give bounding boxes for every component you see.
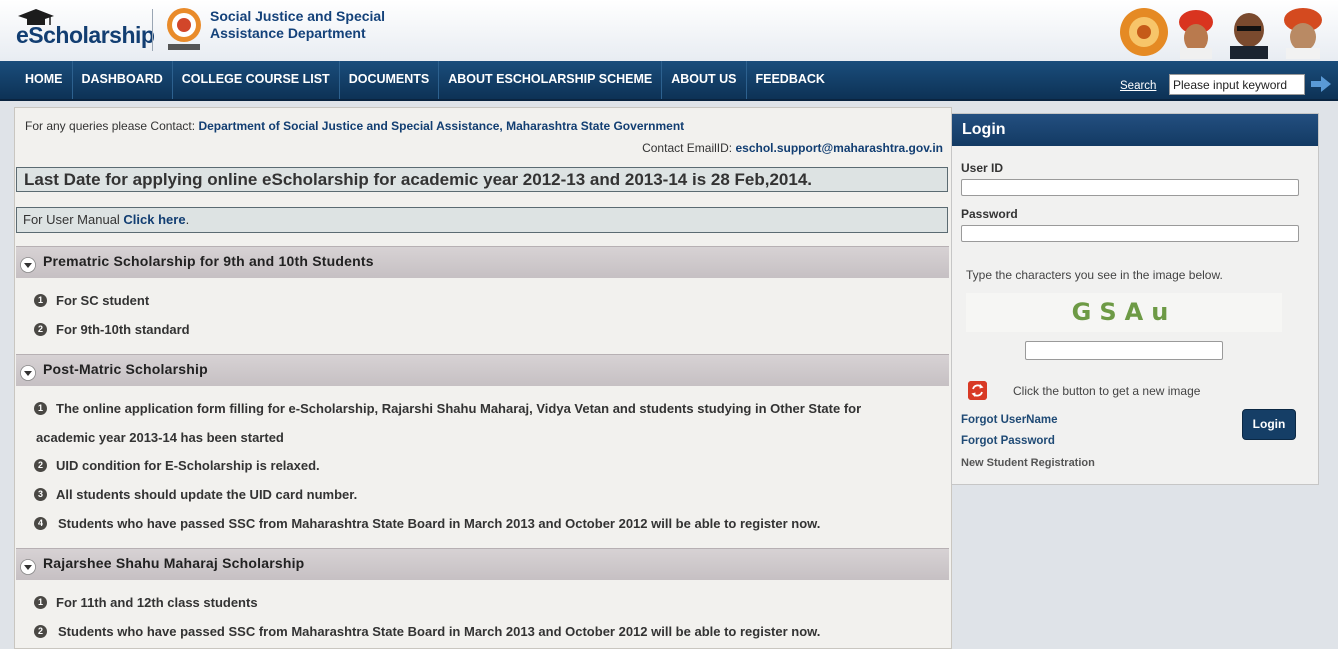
captcha-image: GSAu [966, 293, 1282, 332]
nav-menu: HOME DASHBOARD COLLEGE COURSE LIST DOCUM… [16, 61, 834, 99]
manual-suffix: . [185, 212, 190, 227]
list-item: For SC student [56, 293, 150, 308]
department-emblem-icon [167, 8, 201, 50]
search-link[interactable]: Search [1120, 80, 1156, 92]
list-item: Students who have passed SSC from Mahara… [58, 516, 821, 531]
chevron-down-icon[interactable] [20, 559, 36, 575]
list-item: UID condition for E-Scholarship is relax… [56, 458, 320, 473]
number-badge: 3 [34, 488, 47, 501]
nav-item-feedback[interactable]: FEEDBACK [747, 61, 834, 99]
number-badge: 2 [34, 323, 47, 336]
user-manual-box: For User Manual Click here. [16, 207, 948, 233]
logo-text: eScholarship [16, 22, 155, 48]
department-name-line2: Assistance Department [210, 25, 366, 41]
leaders-portraits-image [1120, 8, 1322, 59]
captcha-prompt: Type the characters you see in the image… [966, 268, 1223, 282]
last-date-notice: Last Date for applying online eScholarsh… [16, 167, 948, 192]
refresh-icon[interactable] [968, 381, 987, 400]
captcha-text: GSAu [1071, 298, 1177, 326]
contact-email-line: Contact EmailID: eschol.support@maharash… [642, 141, 943, 155]
section-title: Rajarshee Shahu Maharaj Scholarship [43, 555, 305, 571]
login-panel: Login User ID Password Type the characte… [951, 113, 1319, 485]
nav-item-about-us[interactable]: ABOUT US [662, 61, 747, 99]
section-title: Post-Matric Scholarship [43, 361, 208, 377]
main-navigation: HOME DASHBOARD COLLEGE COURSE LIST DOCUM… [0, 61, 1338, 101]
new-student-registration-link[interactable]: New Student Registration [961, 457, 1095, 469]
section-post-matric-header[interactable]: Post-Matric Scholarship [16, 354, 949, 386]
number-badge: 1 [34, 402, 47, 415]
number-badge: 1 [34, 294, 47, 307]
section-prematric-header[interactable]: Prematric Scholarship for 9th and 10th S… [16, 246, 949, 278]
list-item-continuation: academic year 2013-14 has been started [36, 430, 284, 445]
section-shahu-maharaj-header[interactable]: Rajarshee Shahu Maharaj Scholarship [16, 548, 949, 580]
list-item: The online application form filling for … [56, 401, 862, 416]
refresh-captcha-text: Click the button to get a new image [1013, 384, 1201, 398]
chevron-down-icon[interactable] [20, 257, 36, 273]
nav-item-documents[interactable]: DOCUMENTS [340, 61, 440, 99]
captcha-input[interactable] [1025, 341, 1223, 360]
password-field[interactable] [961, 225, 1299, 242]
number-badge: 4 [34, 517, 47, 530]
nav-item-dashboard[interactable]: DASHBOARD [73, 61, 173, 99]
list-item: For 9th-10th standard [56, 322, 190, 337]
list-item: All students should update the UID card … [56, 487, 358, 502]
main-content-panel: For any queries please Contact: Departme… [14, 107, 952, 649]
manual-prefix: For User Manual [23, 212, 124, 227]
contact-email-link[interactable]: eschol.support@maharashtra.gov.in [735, 141, 943, 155]
user-id-label: User ID [961, 161, 1004, 175]
forgot-username-link[interactable]: Forgot UserName [961, 414, 1058, 426]
search-input[interactable] [1169, 74, 1305, 95]
number-badge: 2 [34, 625, 47, 638]
nav-item-about-escholarship[interactable]: ABOUT ESCHOLARSHIP SCHEME [439, 61, 663, 99]
nav-item-home[interactable]: HOME [16, 61, 73, 99]
list-item: For 11th and 12th class students [56, 595, 258, 610]
password-label: Password [961, 207, 1018, 221]
forgot-password-link[interactable]: Forgot Password [961, 435, 1055, 447]
user-manual-link[interactable]: Click here [123, 212, 185, 227]
nav-item-college-course-list[interactable]: COLLEGE COURSE LIST [173, 61, 340, 99]
section-title: Prematric Scholarship for 9th and 10th S… [43, 253, 374, 269]
user-id-field[interactable] [961, 179, 1299, 196]
escholarship-logo[interactable]: eScholarship [14, 8, 155, 52]
search-arrow-icon[interactable] [1310, 75, 1332, 93]
number-badge: 2 [34, 459, 47, 472]
contact-line: For any queries please Contact: Departme… [25, 119, 684, 133]
site-header: eScholarship Social Justice and Special … [0, 0, 1338, 62]
department-name: Social Justice and Special Assistance De… [210, 8, 410, 42]
chevron-down-icon[interactable] [20, 365, 36, 381]
contact-organization: Department of Social Justice and Special… [198, 119, 685, 133]
number-badge: 1 [34, 596, 47, 609]
list-item: Students who have passed SSC from Mahara… [58, 624, 821, 639]
header-divider [152, 9, 153, 51]
email-prefix: Contact EmailID: [642, 141, 736, 155]
login-title: Login [952, 114, 1318, 146]
department-name-line1: Social Justice and Special [210, 8, 386, 24]
contact-prefix: For any queries please Contact: [25, 119, 199, 133]
login-button[interactable]: Login [1242, 409, 1296, 440]
